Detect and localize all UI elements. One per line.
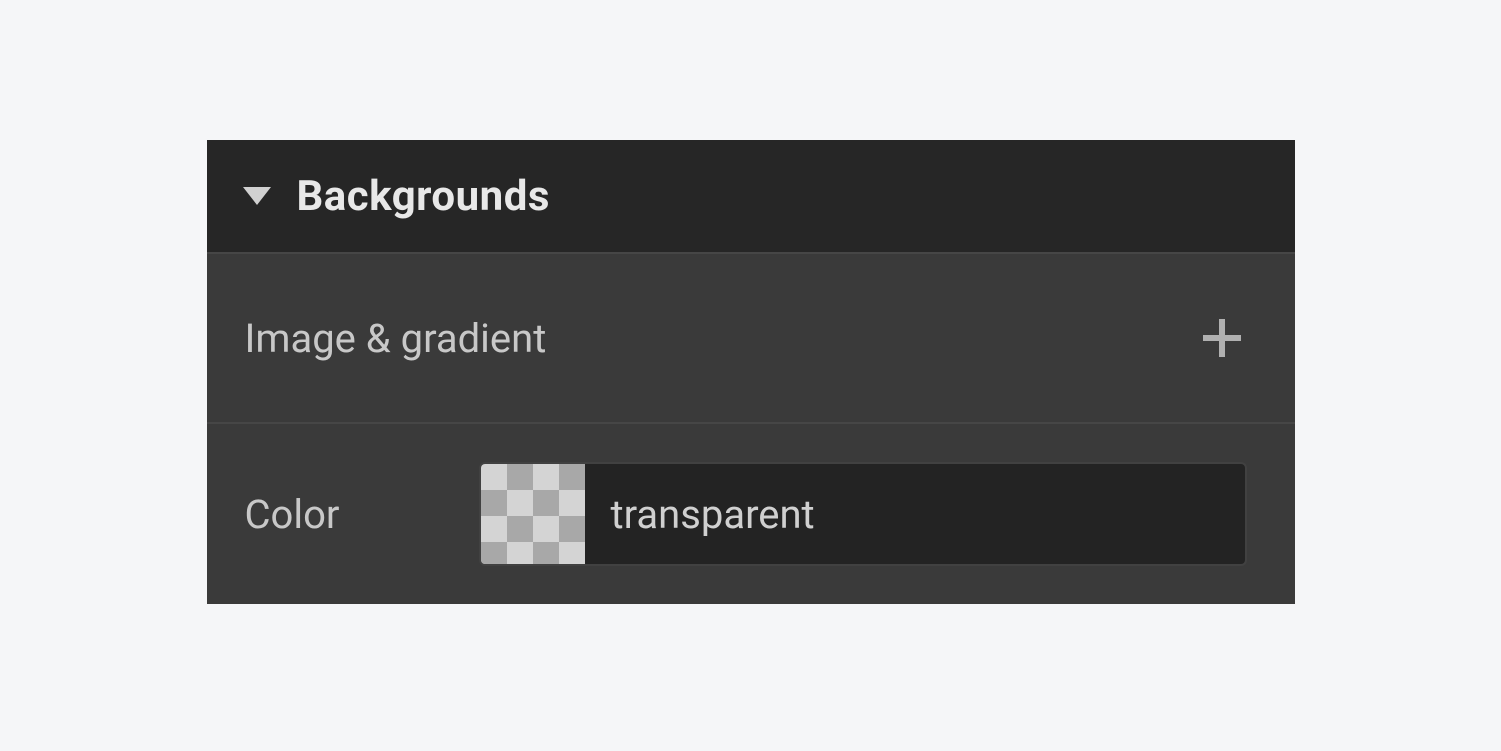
color-value-text[interactable]: transparent xyxy=(585,491,1245,538)
color-swatch[interactable] xyxy=(481,464,585,564)
image-gradient-row: Image & gradient xyxy=(207,254,1295,424)
add-image-gradient-button[interactable] xyxy=(1197,313,1247,363)
panel-header[interactable]: Backgrounds xyxy=(207,140,1295,254)
collapse-chevron-icon[interactable] xyxy=(243,187,271,205)
panel-title: Backgrounds xyxy=(297,172,550,221)
image-gradient-label: Image & gradient xyxy=(245,315,1197,362)
color-input[interactable]: transparent xyxy=(479,462,1247,566)
color-row: Color transparent xyxy=(207,424,1295,604)
color-label: Color xyxy=(245,491,479,538)
backgrounds-panel: Backgrounds Image & gradient Color trans… xyxy=(207,140,1295,604)
